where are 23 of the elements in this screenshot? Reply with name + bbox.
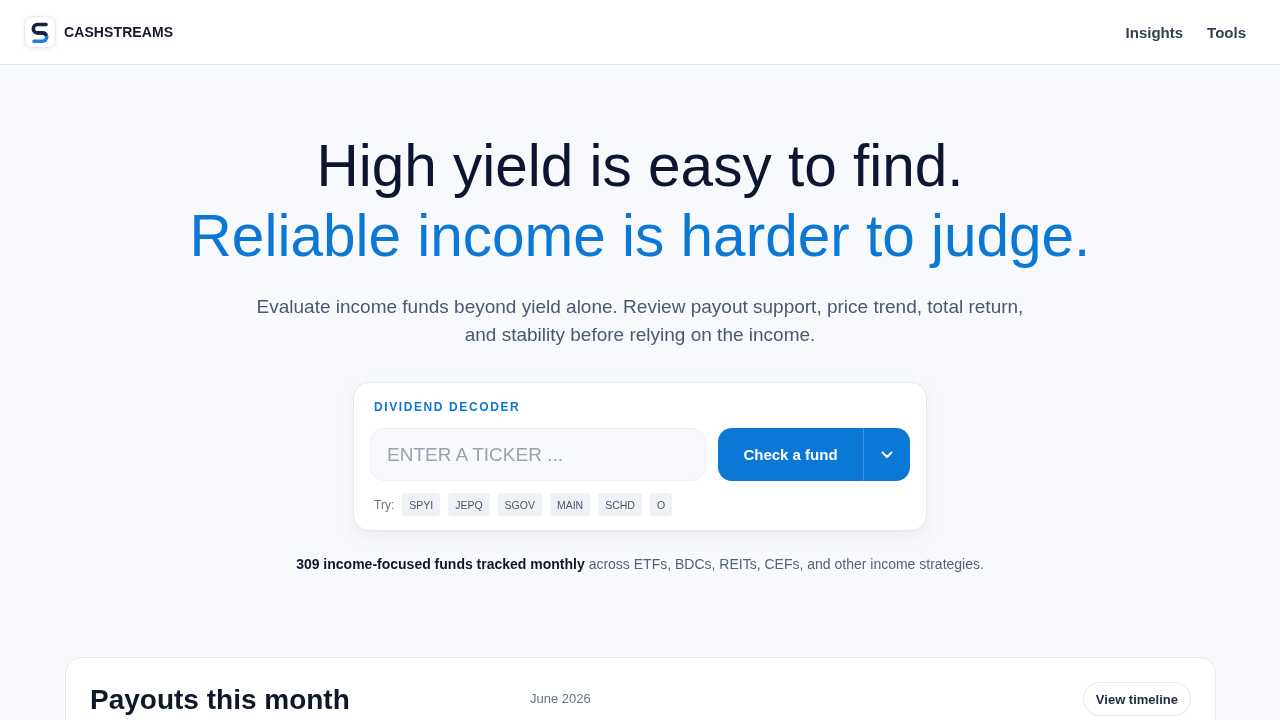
- ticker-chip[interactable]: MAIN: [549, 493, 591, 516]
- ticker-chip[interactable]: O: [649, 493, 673, 516]
- month-label: June 2026: [530, 691, 591, 706]
- hero-subtitle: Evaluate income funds beyond yield alone. Review payout support, price trend, total return, and stability before relying on the income.: [255, 295, 1025, 347]
- ticker-chip[interactable]: JEPQ: [448, 493, 490, 516]
- decoder-label: DIVIDEND DECODER: [373, 400, 522, 414]
- coverage-text: 309 income-focused funds tracked monthly across ETFs, BDCs, REITs, CEFs, and other income strategies.: [296, 555, 984, 574]
- check-fund-button[interactable]: Check a fund: [718, 428, 863, 481]
- chevron-down-icon: [881, 450, 893, 459]
- nav-link[interactable]: Tools: [1207, 23, 1246, 41]
- logo-icon[interactable]: [24, 16, 56, 48]
- view-timeline-button[interactable]: View timeline: [1082, 682, 1191, 716]
- payouts-title: Payouts this month: [90, 683, 351, 717]
- ticker-chip[interactable]: SGOV: [497, 493, 542, 516]
- ticker-input[interactable]: ENTER A TICKER ...: [370, 428, 706, 481]
- ticker-chip[interactable]: SPYI: [402, 493, 441, 516]
- dropdown-button[interactable]: [863, 428, 910, 481]
- ticker-chip[interactable]: SCHD: [598, 493, 642, 516]
- headline: High yield is easy to find.: [316, 132, 964, 200]
- brand-name[interactable]: CASHSTREAMS: [64, 24, 174, 40]
- headline-accent: Reliable income is harder to judge.: [189, 202, 1091, 270]
- try-label: Try:: [374, 497, 395, 512]
- nav-link[interactable]: Insights: [1125, 23, 1184, 41]
